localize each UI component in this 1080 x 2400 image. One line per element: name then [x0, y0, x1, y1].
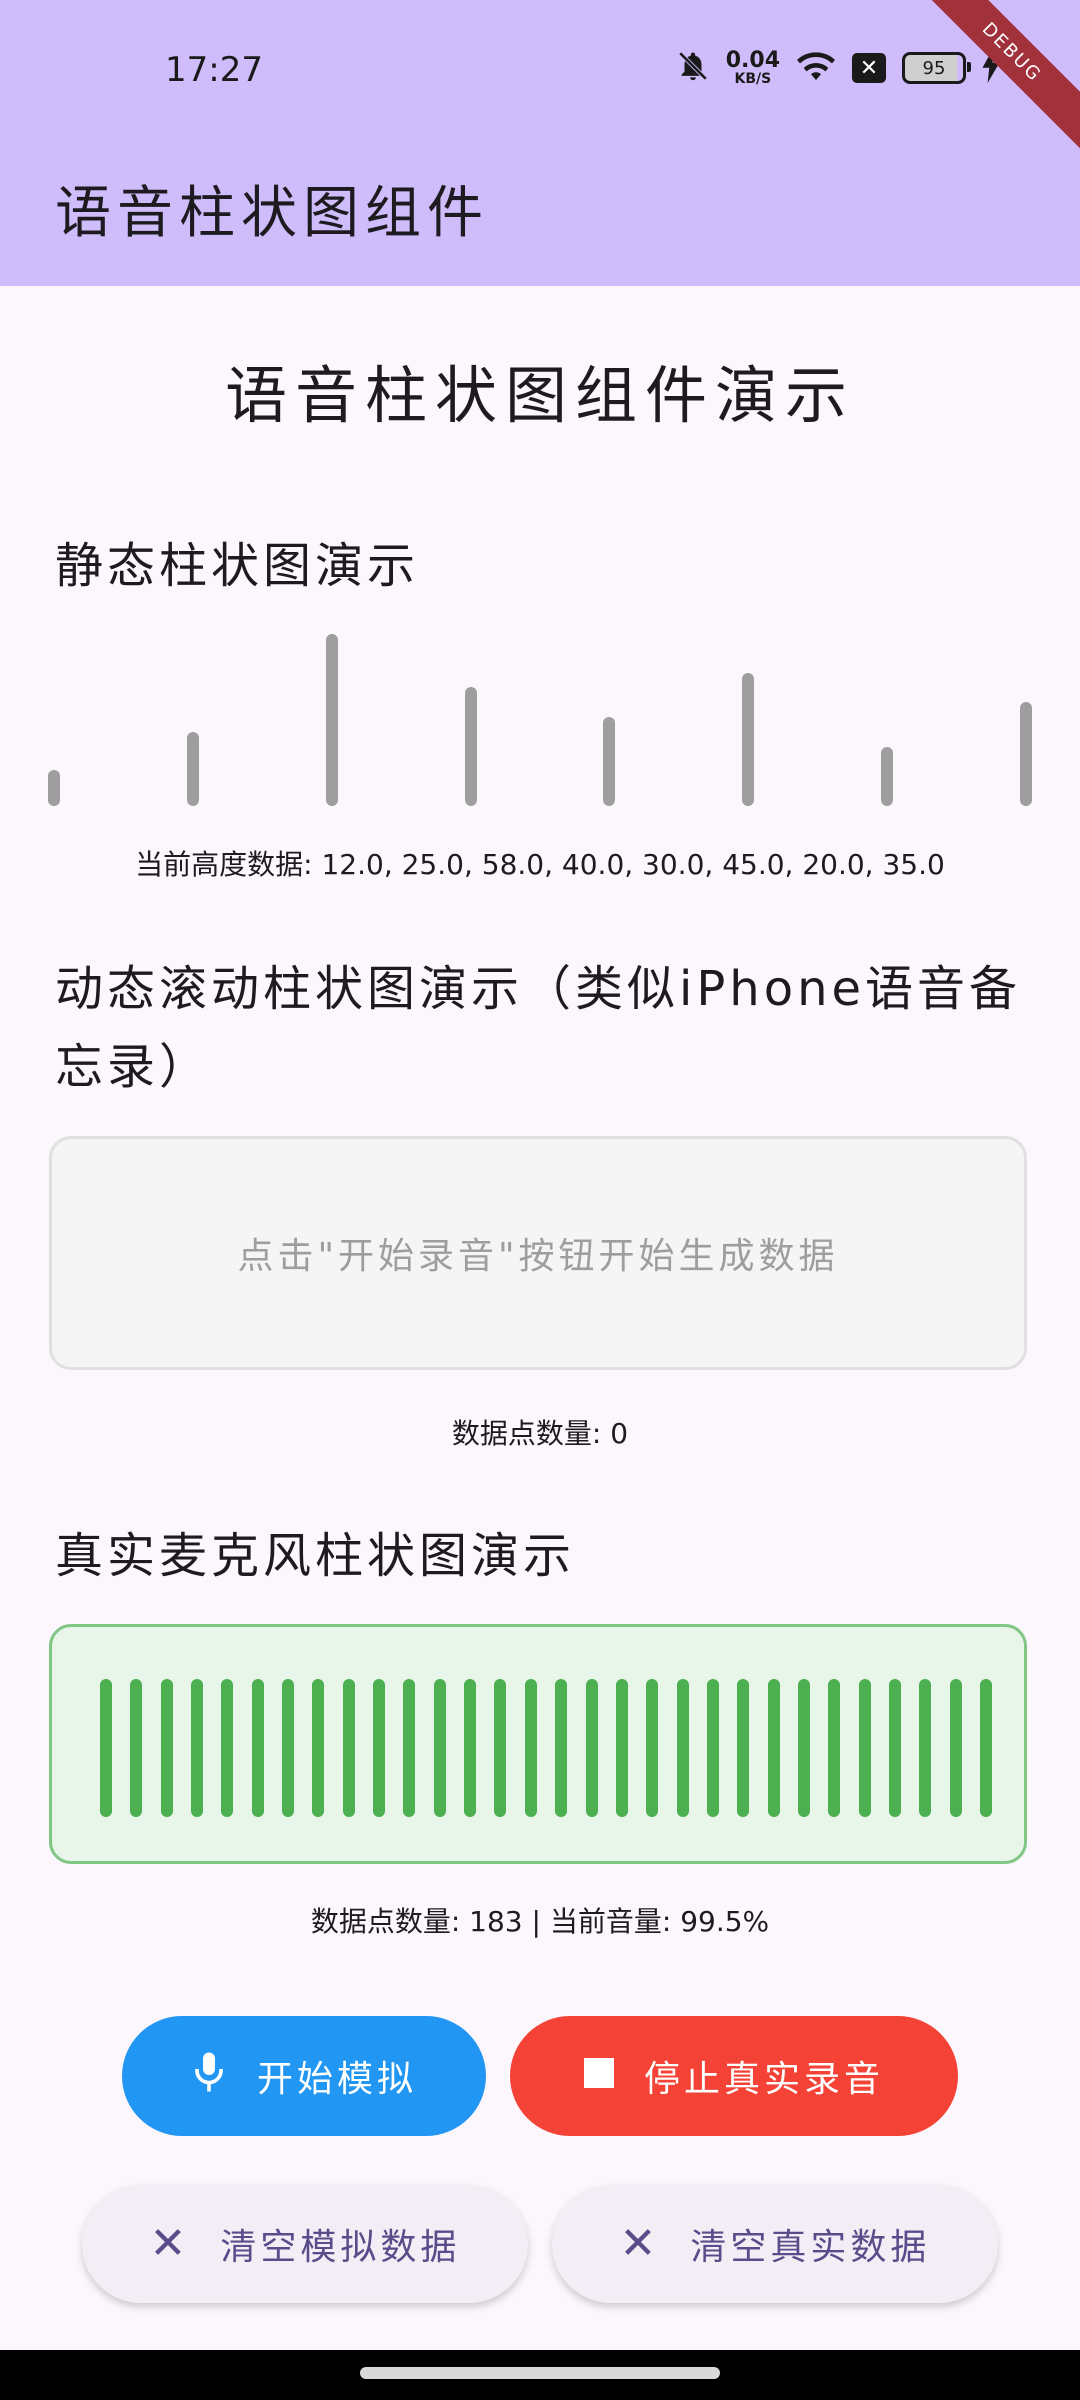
battery-icon: 95: [902, 52, 971, 84]
mic-bar: [403, 1679, 416, 1817]
stop-real-recording-label: 停止真实录音: [643, 2059, 884, 2100]
mic-bar: [615, 1679, 628, 1817]
dynamic-placeholder: 点击"开始录音"按钮开始生成数据: [237, 1236, 839, 1277]
mute-bell-icon: [676, 49, 710, 87]
mic-bar: [888, 1679, 901, 1817]
status-icons: 0.04 KB/S ✕ 95: [676, 46, 1000, 90]
close-box-icon: ✕: [852, 53, 886, 83]
wifi-icon: [796, 49, 836, 87]
mic-bar: [464, 1679, 477, 1817]
network-speed-unit: KB/S: [734, 71, 772, 87]
mic-bar: [858, 1679, 871, 1817]
clear-simulation-data-button[interactable]: ✕ 清空模拟数据: [82, 2185, 528, 2303]
mic-bar: [706, 1679, 719, 1817]
mic-bar: [524, 1679, 537, 1817]
app-bar: 17:27 0.04 KB/S ✕ 95 DEBUG 语音柱状图组件: [0, 0, 1080, 286]
dynamic-data-caption: 数据点数量: 0: [451, 1417, 629, 1450]
dynamic-chart-area: 点击"开始录音"按钮开始生成数据: [49, 1136, 1027, 1370]
mic-bar: [949, 1679, 962, 1817]
start-simulation-label: 开始模拟: [256, 2059, 417, 2100]
static-bar: [603, 717, 616, 806]
stop-icon: [583, 2056, 614, 2097]
static-bar: [742, 672, 755, 806]
mic-bar: [797, 1679, 810, 1817]
mic-bar: [555, 1679, 568, 1817]
real-data-caption: 数据点数量: 183 | 当前音量: 99.5%: [310, 1905, 770, 1938]
dynamic-section-title: 动态滚动柱状图演示（类似iPhone语音备 忘录）: [55, 950, 1021, 1106]
home-gesture-handle[interactable]: [360, 2367, 720, 2379]
mic-bar: [585, 1679, 598, 1817]
mic-bar: [494, 1679, 507, 1817]
mic-bar: [282, 1679, 295, 1817]
mic-bar: [919, 1679, 932, 1817]
static-bar: [881, 746, 894, 806]
mic-bar: [130, 1679, 143, 1817]
static-bar: [48, 770, 60, 806]
static-bar: [464, 687, 477, 806]
dynamic-title-line1: 动态滚动柱状图演示（类似iPhone语音备: [55, 961, 1022, 1017]
mic-bar: [312, 1679, 325, 1817]
microphone-icon: [191, 2050, 227, 2103]
page-title: 语音柱状图组件演示: [224, 359, 855, 432]
static-bar: [1020, 702, 1032, 806]
mic-bar-chart: [49, 1624, 1027, 1864]
mic-bar: [767, 1679, 780, 1817]
status-time: 17:27: [165, 50, 263, 90]
static-section-title: 静态柱状图演示: [55, 538, 420, 594]
battery-level: 95: [922, 57, 946, 79]
mic-bar: [160, 1679, 173, 1817]
mic-bar: [646, 1679, 659, 1817]
mic-bar: [100, 1679, 112, 1817]
mic-bar: [251, 1679, 264, 1817]
start-simulation-button[interactable]: 开始模拟: [122, 2016, 486, 2136]
close-icon: ✕: [619, 2218, 661, 2269]
app-title: 语音柱状图组件: [55, 181, 489, 246]
network-speed: 0.04 KB/S: [725, 48, 780, 87]
stop-real-recording-button[interactable]: 停止真实录音: [510, 2016, 958, 2136]
dynamic-title-line2: 忘录）: [55, 1039, 212, 1095]
mic-bar: [433, 1679, 446, 1817]
mic-bar: [373, 1679, 386, 1817]
system-nav-bar: [0, 2350, 1080, 2400]
clear-simulation-data-label: 清空模拟数据: [220, 2227, 461, 2268]
mic-bar: [191, 1679, 204, 1817]
clear-real-data-label: 清空真实数据: [690, 2227, 931, 2268]
mic-bar: [980, 1679, 992, 1817]
static-data-caption: 当前高度数据: 12.0, 25.0, 58.0, 40.0, 30.0, 45…: [135, 848, 945, 881]
network-speed-value: 0.04: [725, 48, 780, 73]
clear-real-data-button[interactable]: ✕ 清空真实数据: [552, 2185, 998, 2303]
static-bar: [186, 731, 199, 806]
mic-bar: [828, 1679, 841, 1817]
mic-bar: [737, 1679, 750, 1817]
static-bar: [325, 634, 338, 806]
mic-bar: [221, 1679, 234, 1817]
mic-bar: [676, 1679, 689, 1817]
mic-bar: [342, 1679, 355, 1817]
static-bar-chart: [0, 600, 1080, 810]
close-icon: ✕: [149, 2218, 191, 2269]
real-section-title: 真实麦克风柱状图演示: [55, 1528, 576, 1584]
